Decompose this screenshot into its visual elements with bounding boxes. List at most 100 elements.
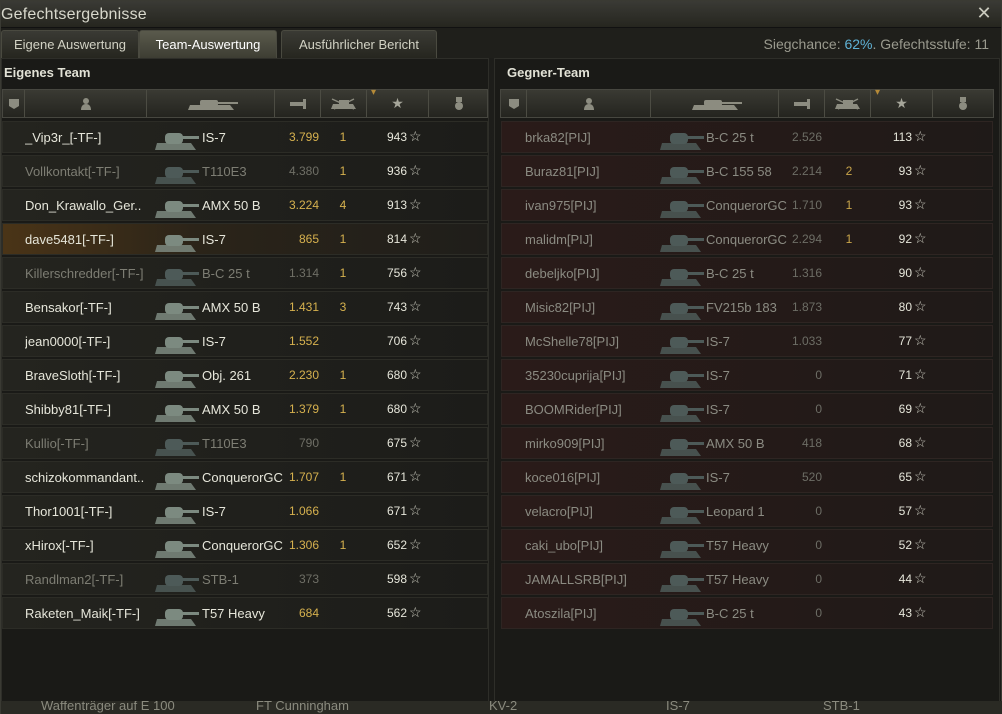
xp-value: 71	[898, 368, 912, 382]
xp-value: 77	[898, 334, 912, 348]
player-row[interactable]: jean0000[-TF-] IS-7 1.552 706 ☆	[2, 325, 488, 357]
player-row[interactable]: Buraz81[PIJ] B-C 155 58 2.214 2 93 ☆	[501, 155, 993, 187]
player-row[interactable]: 35230cuprija[PIJ] IS-7 0 71 ☆	[501, 359, 993, 391]
star-icon: ☆	[914, 570, 927, 586]
xp-value: 93	[898, 198, 912, 212]
player-icon[interactable]	[25, 90, 147, 117]
player-row[interactable]: Shibby81[-TF-] AMX 50 B 1.379 1 680 ☆	[2, 393, 488, 425]
kills-value: 1	[339, 130, 347, 144]
tank-icon[interactable]	[147, 90, 275, 117]
battle-tier-label: . Gefechtsstufe: 11	[872, 36, 989, 52]
damage-value: 1.314	[288, 266, 319, 280]
tank-icon[interactable]	[651, 90, 779, 117]
kills-value: 2	[845, 164, 853, 178]
player-name: koce016[PIJ]	[525, 470, 601, 485]
damage-value: 684	[298, 606, 319, 620]
player-row[interactable]: BOOMRider[PIJ] IS-7 0 69 ☆	[501, 393, 993, 425]
xp-star-icon[interactable]: ★	[871, 87, 933, 117]
damage-value: 0	[815, 606, 822, 620]
tab-team-auswertung[interactable]: Team-Auswertung	[139, 30, 277, 58]
player-row[interactable]: debeljko[PIJ] B-C 25 t 1.316 90 ☆	[501, 257, 993, 289]
star-icon: ☆	[409, 604, 422, 620]
tank-name: B-C 155 58	[706, 164, 772, 179]
title-bar: Gefechtsergebnisse ✕	[1, 1, 1001, 28]
damage-value: 1.379	[288, 402, 319, 416]
tank-icon	[153, 497, 199, 527]
player-name: Bensakor[-TF-]	[25, 300, 112, 315]
star-icon: ☆	[409, 162, 422, 178]
tank-name: T57 Heavy	[202, 606, 265, 621]
player-name: ivan975[PIJ]	[525, 198, 597, 213]
player-name: schizokommandant..	[25, 470, 145, 485]
player-row[interactable]: Randlman2[-TF-] STB-1 373 598 ☆	[2, 563, 488, 595]
player-icon[interactable]	[527, 90, 651, 117]
kills-icon[interactable]	[321, 90, 367, 117]
tank-name: AMX 50 B	[202, 402, 261, 417]
carousel-vehicle[interactable]: FT Cunningham	[256, 701, 349, 713]
player-row[interactable]: _Vip3r_[-TF-] IS-7 3.799 1 943 ☆	[2, 121, 488, 153]
player-row[interactable]: Thor1001[-TF-] IS-7 1.066 671 ☆	[2, 495, 488, 527]
player-row[interactable]: Raketen_Maik[-TF-] T57 Heavy 684 562 ☆	[2, 597, 488, 629]
player-row[interactable]: Bensakor[-TF-] AMX 50 B 1.431 3 743 ☆	[2, 291, 488, 323]
enemy-team-column-header: ★	[500, 87, 994, 118]
player-row[interactable]: Vollkontakt[-TF-] T110E3 4.380 1 936 ☆	[2, 155, 488, 187]
squad-icon[interactable]	[3, 90, 25, 117]
player-name: Vollkontakt[-TF-]	[25, 164, 120, 179]
tank-name: IS-7	[202, 130, 226, 145]
kills-value: 1	[339, 232, 347, 246]
player-row[interactable]: dave5481[-TF-] IS-7 865 1 814 ☆	[2, 223, 488, 255]
player-row[interactable]: schizokommandant.. ConquerorGC 1.707 1 671 ☆	[2, 461, 488, 493]
close-icon[interactable]: ✕	[975, 3, 993, 23]
medal-icon[interactable]	[933, 90, 993, 117]
squad-icon[interactable]	[501, 90, 527, 117]
damage-value: 790	[298, 436, 319, 450]
player-row[interactable]: JAMALLSRB[PIJ] T57 Heavy 0 44 ☆	[501, 563, 993, 595]
player-row[interactable]: caki_ubo[PIJ] T57 Heavy 0 52 ☆	[501, 529, 993, 561]
tab-ausfuehrlicher-bericht[interactable]: Ausführlicher Bericht	[281, 30, 437, 58]
tank-icon	[153, 191, 199, 221]
xp-value: 936	[386, 164, 407, 178]
player-row[interactable]: xHirox[-TF-] ConquerorGC 1.306 1 652 ☆	[2, 529, 488, 561]
player-row[interactable]: velacro[PIJ] Leopard 1 0 57 ☆	[501, 495, 993, 527]
carousel-vehicle[interactable]: Waffenträger auf E 100	[41, 701, 175, 713]
player-row[interactable]: BraveSloth[-TF-] Obj. 261 2.230 1 680 ☆	[2, 359, 488, 391]
damage-icon[interactable]	[779, 90, 825, 117]
carousel-vehicle[interactable]: IS-7	[666, 701, 690, 713]
player-row[interactable]: malidm[PIJ] ConquerorGC 2.294 1 92 ☆	[501, 223, 993, 255]
tab-eigene-auswertung[interactable]: Eigene Auswertung	[1, 30, 140, 58]
player-row[interactable]: Misic82[PIJ] FV215b 183 1.873 80 ☆	[501, 291, 993, 323]
xp-value: 675	[386, 436, 407, 450]
player-row[interactable]: McShelle78[PIJ] IS-7 1.033 77 ☆	[501, 325, 993, 357]
player-row[interactable]: ivan975[PIJ] ConquerorGC 1.710 1 93 ☆	[501, 189, 993, 221]
enemy-team-panel: Gegner-Team ★ brka82[PIJ]B-C 25 t2.52611…	[494, 58, 1000, 703]
kills-value: 1	[339, 368, 347, 382]
carousel-vehicle[interactable]: STB-1	[823, 701, 860, 713]
star-icon: ☆	[409, 366, 422, 382]
kills-icon[interactable]	[825, 90, 871, 117]
tank-name: IS-7	[202, 232, 226, 247]
tank-icon	[658, 327, 704, 357]
tank-icon	[153, 565, 199, 595]
xp-star-icon[interactable]: ★	[367, 87, 429, 117]
tank-name: IS-7	[706, 368, 730, 383]
player-row[interactable]: Atoszila[PIJ] B-C 25 t 0 43 ☆	[501, 597, 993, 629]
player-name: Kullio[-TF-]	[25, 436, 89, 451]
damage-value: 2.294	[791, 232, 822, 246]
star-icon: ☆	[914, 264, 927, 280]
player-row[interactable]: koce016[PIJ] IS-7 520 65 ☆	[501, 461, 993, 493]
player-row[interactable]: Don_Krawallo_Ger.. AMX 50 B 3.224 4 913 ☆	[2, 189, 488, 221]
player-row[interactable]: Kullio[-TF-] T110E3 790 675 ☆	[2, 427, 488, 459]
star-icon: ☆	[409, 400, 422, 416]
player-row[interactable]: brka82[PIJ] B-C 25 t 2.526 113 ☆	[501, 121, 993, 153]
player-row[interactable]: mirko909[PIJ] AMX 50 B 418 68 ☆	[501, 427, 993, 459]
damage-icon[interactable]	[275, 90, 321, 117]
carousel-vehicle[interactable]: KV-2	[489, 701, 517, 713]
damage-value: 1.033	[791, 334, 822, 348]
medal-icon[interactable]	[429, 90, 489, 117]
player-name: Killerschredder[-TF-]	[25, 266, 144, 281]
tank-icon	[658, 395, 704, 425]
player-name: 35230cuprija[PIJ]	[525, 368, 626, 383]
tank-icon	[658, 123, 704, 153]
damage-value: 0	[815, 368, 822, 382]
player-row[interactable]: Killerschredder[-TF-] B-C 25 t 1.314 1 756 ☆	[2, 257, 488, 289]
